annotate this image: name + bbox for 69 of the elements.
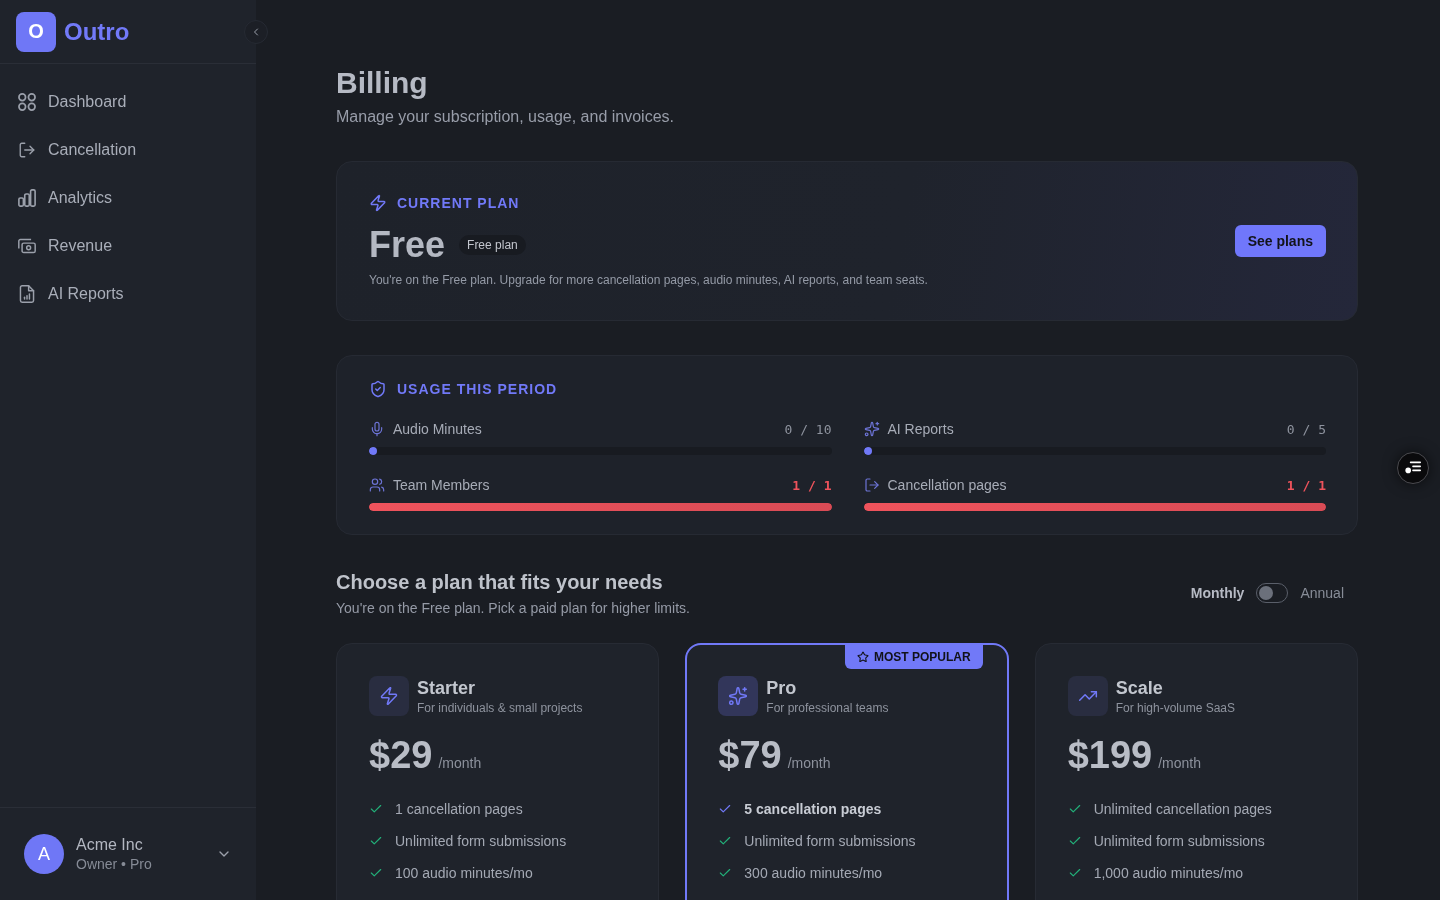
feature-text: 1 cancellation pages [395,801,523,817]
trend-up-icon [1067,676,1108,716]
plan-price: $199 [1067,735,1153,775]
floating-action-button[interactable] [1397,452,1429,484]
users-icon [369,477,385,493]
logo-mark: O [16,11,56,52]
logout-icon [18,141,36,159]
user-role: Owner • Pro [76,856,152,872]
grid-icon [18,93,36,111]
section-subtitle: You're on the Free plan. Pick a paid plan for higher limits. [336,599,690,618]
nav-item[interactable]: Analytics [8,178,248,218]
feature-text: Unlimited form submissions [1093,833,1265,849]
meter-label: Audio Minutes [393,421,482,437]
billing-option-label: Annual [1300,585,1344,601]
page-subtitle: Manage your subscription, usage, and invoices. [336,107,674,127]
plan-tagline: For high-volume SaaS [1115,699,1236,716]
section-title: Choose a plan that fits your needs [336,570,663,595]
user-name: Acme Inc [76,836,143,854]
plan-tagline: For professional teams [766,699,889,716]
plan-price: $79 [718,735,782,775]
meter-label: Cancellation pages [887,477,1007,493]
star-icon [857,651,869,663]
bar-chart-icon [18,189,36,207]
page-title: Billing [336,65,428,101]
plan-name: Free [369,225,446,265]
feature-text: 100 audio minutes/mo [395,865,533,881]
plan-description: You're on the Free plan. Upgrade for more cancellation pages, audio minutes, AI reports, and team seats. [369,272,928,288]
nav-item[interactable]: Dashboard [8,82,248,122]
feature-text: 300 audio minutes/mo [744,865,883,881]
nav-item[interactable]: Revenue [8,226,248,266]
meter-reading: 0 / 5 [1286,421,1326,437]
price-period: /month [438,755,482,771]
plan-title: Scale [1115,676,1163,699]
nav-item[interactable]: AI Reports [8,274,248,314]
feature-text: Unlimited form submissions [395,833,567,849]
money-icon [18,237,36,255]
logout-icon [863,477,880,493]
meter-label: Team Members [393,477,490,493]
lightning-icon [369,194,387,212]
meter-reading: 1 / 1 [792,477,832,493]
popular-tag-text: MOST POPULAR [874,650,971,664]
feature-text: Unlimited form submissions [744,833,916,849]
lightning-icon [369,676,409,716]
price-period: /month [787,755,831,771]
meter-reading: 0 / 10 [784,421,832,437]
meter-label: AI Reports [887,421,954,437]
shield-check-icon [369,380,387,398]
list-icon [1405,460,1421,476]
sparkles-icon [718,676,759,716]
feature-text: 5 cancellation pages [744,801,882,817]
meter-reading: 1 / 1 [1286,477,1326,493]
feature-text: Unlimited cancellation pages [1093,801,1272,817]
plan-tag: Free plan [459,235,526,255]
brand-name: Outro [64,17,130,46]
plan-title: Pro [766,676,797,699]
plan-price: $29 [369,735,433,775]
nav-item[interactable]: Cancellation [8,130,248,170]
section-heading: USAGE THIS PERIOD [397,381,558,397]
plan-tagline: For individuals & small projects [417,699,583,716]
file-chart-icon [18,285,36,303]
plan-title: Starter [417,676,476,699]
avatar: A [24,834,64,874]
see-plans-button[interactable]: See plans [1234,224,1326,257]
feature-text: 1,000 audio minutes/mo [1093,865,1244,881]
section-heading: CURRENT PLAN [397,195,520,211]
microphone-icon [369,421,385,437]
price-period: /month [1158,755,1201,771]
billing-option-label: Monthly [1190,585,1245,601]
sparkles-icon [863,421,880,437]
